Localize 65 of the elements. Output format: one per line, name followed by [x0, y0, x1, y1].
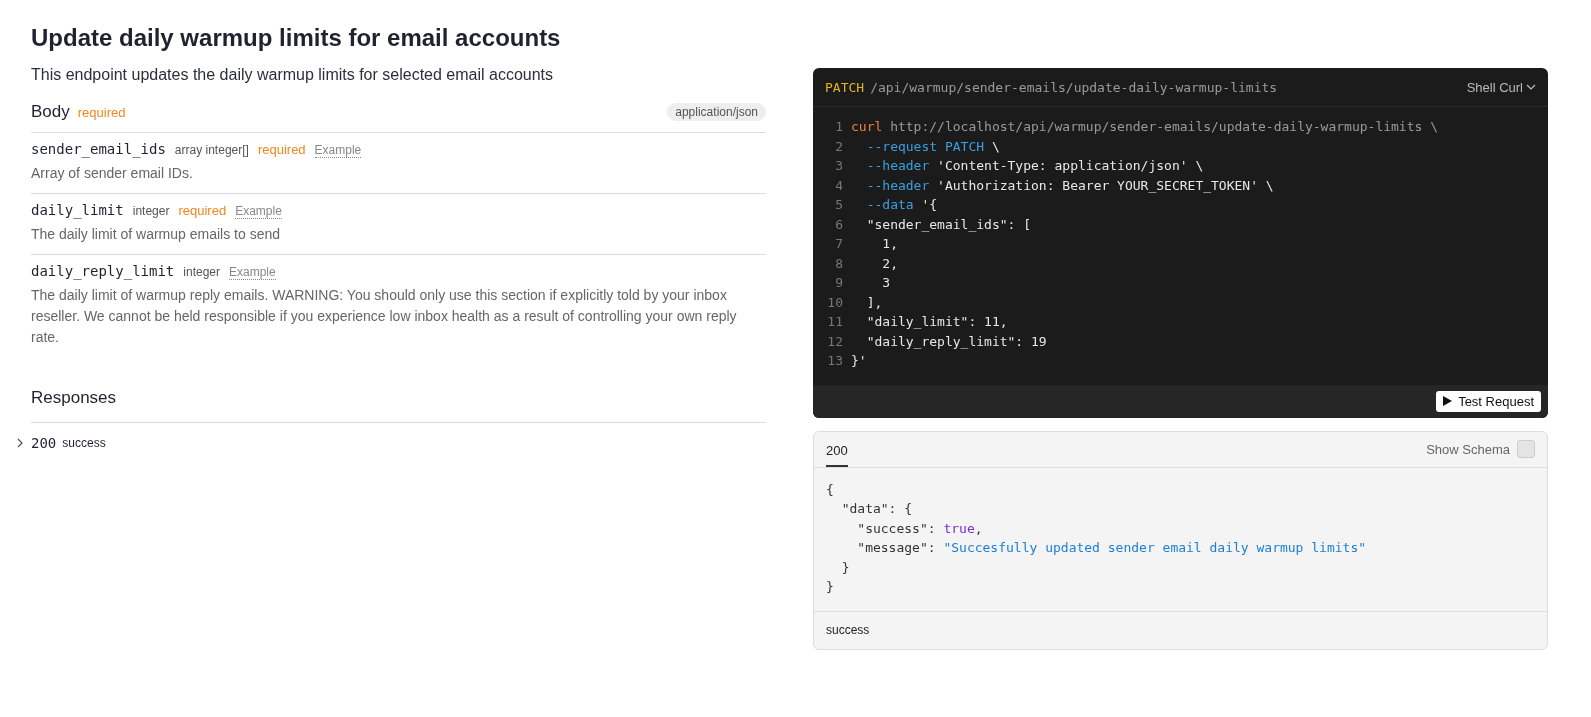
code-line: --data '{	[865, 196, 938, 214]
line-number: 9	[834, 274, 844, 292]
play-icon	[1443, 396, 1453, 406]
code-line: --request PATCH \	[865, 137, 1000, 156]
example-link[interactable]: Example	[229, 265, 276, 280]
line-number: 12	[826, 332, 844, 351]
body-heading: Body	[31, 102, 70, 122]
line-number: 8	[834, 254, 844, 273]
param-description: Array of sender email IDs.	[31, 164, 194, 183]
code-line: }	[826, 578, 834, 596]
content-type-badge: application/json	[667, 103, 766, 121]
required-label: required	[257, 142, 306, 157]
code-line: "message": "Succesfully updated sender email daily warmup limits"	[856, 539, 1367, 557]
status-tab[interactable]: 200	[826, 433, 848, 467]
code-line: 2,	[881, 254, 898, 273]
code-line: --header 'Authorization: Bearer YOUR_SECRET_TOKEN' \	[865, 176, 1274, 195]
endpoint-description: This endpoint updates the daily warmup limits for selected email accounts	[31, 66, 555, 84]
http-method: PATCH	[825, 79, 865, 95]
responses-heading: Responses	[31, 388, 117, 407]
param-name: sender_email_ids	[31, 141, 166, 157]
show-schema-label: Show Schema	[1426, 441, 1510, 457]
line-number: 4	[834, 176, 844, 195]
test-request-button[interactable]: Test Request	[1436, 390, 1541, 412]
line-number: 6	[834, 215, 844, 234]
code-line: "data": {	[840, 500, 913, 518]
response-label: success	[62, 436, 106, 450]
response-description: success	[825, 621, 871, 639]
line-number: 13	[826, 352, 844, 370]
chevron-icon	[1526, 84, 1536, 90]
required-label: required	[77, 104, 126, 120]
line-number: 10	[826, 293, 844, 312]
example-link[interactable]: Example	[314, 143, 362, 158]
code-line: curl http://localhost/api/warmup/sender-emails/update-daily-warmup-limits \	[851, 118, 1438, 136]
code-line: 3	[881, 274, 891, 292]
code-line: "daily_reply_limit": 19	[865, 332, 1047, 351]
line-number: 2	[834, 137, 844, 156]
show-schema-checkbox[interactable]	[1517, 440, 1535, 458]
code-line: "sender_email_ids": [	[865, 215, 1031, 234]
example-link[interactable]: Example	[235, 204, 282, 219]
code-line: --header 'Content-Type: application/json' \	[865, 157, 1204, 175]
code-line: "success": true,	[856, 519, 983, 538]
page-title: Update daily warmup limits for email accounts	[31, 24, 562, 52]
required-label: required	[178, 203, 227, 218]
param-name: daily_limit	[31, 202, 124, 218]
chevron-icon[interactable]	[15, 438, 25, 448]
param-description: The daily limit of warmup emails to send	[31, 225, 281, 244]
endpoint-path: /api/warmup/sender-emails/update-daily-warmup-limits	[870, 79, 1278, 95]
param-type: array integer[]	[174, 143, 249, 157]
line-number: 3	[834, 157, 844, 175]
line-number: 1	[834, 118, 844, 136]
line-number: 7	[834, 235, 844, 253]
code-line: "daily_limit": 11,	[865, 313, 1008, 331]
param-type: integer	[132, 204, 170, 218]
param-name: daily_reply_limit	[31, 263, 175, 279]
code-line: }	[840, 558, 850, 577]
param-description: The daily limit of warmup reply emails. WARNING: You should only use this section if explicitly told by your inbox reseller. We cannot be held responsible if you experience low inbox health as a result of controlling your own reply rate.	[31, 286, 738, 347]
response-code[interactable]: 200	[31, 435, 57, 451]
line-number: 5	[834, 196, 844, 214]
code-line: ],	[865, 293, 883, 312]
code-line: 1,	[881, 235, 898, 253]
param-type: integer	[183, 265, 220, 279]
language-dropdown[interactable]: Shell Curl	[1466, 79, 1536, 95]
code-line: {	[826, 480, 834, 499]
line-number: 11	[826, 313, 844, 331]
code-line: }'	[851, 352, 867, 370]
